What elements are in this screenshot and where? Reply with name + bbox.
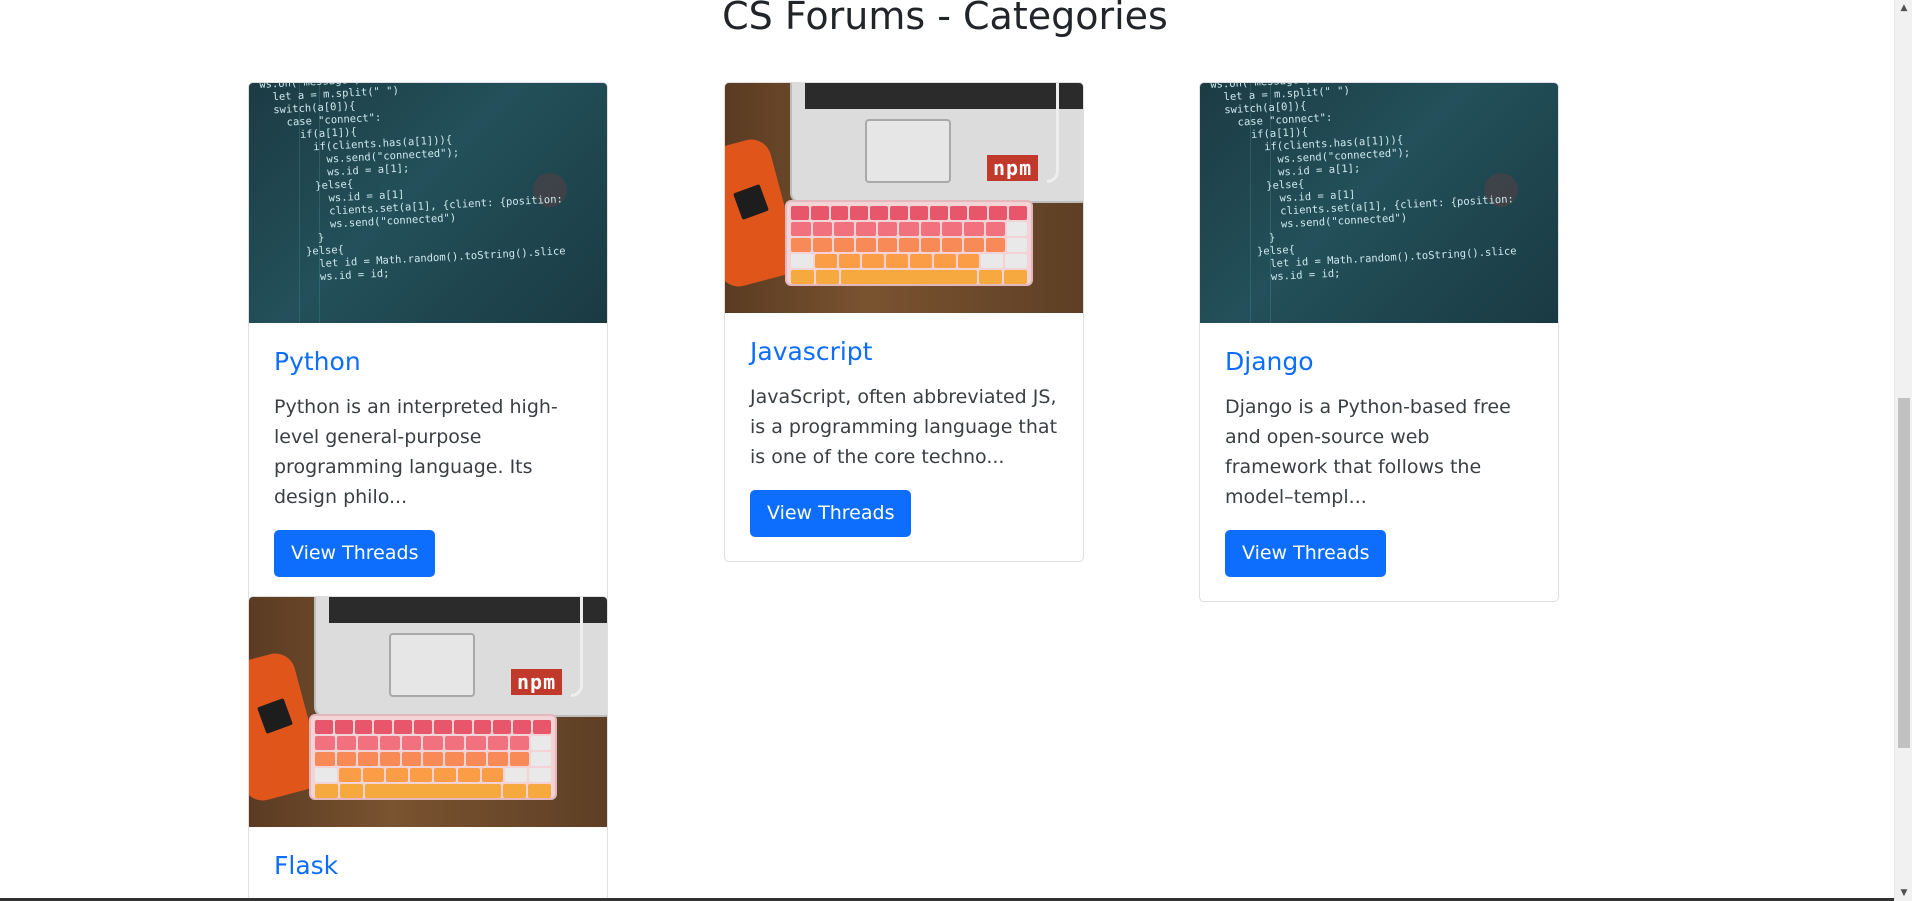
page-title: CS Forums - Categories — [722, 0, 1168, 38]
view-threads-button[interactable]: View Threads — [274, 530, 436, 577]
category-card-javascript: npm Javascript JavaScript, often abbrevi… — [724, 82, 1084, 562]
category-title-link[interactable]: Javascript — [750, 337, 1058, 366]
view-threads-button[interactable]: View Threads — [750, 490, 912, 537]
npm-logo: npm — [511, 669, 563, 695]
card-body: Django Django is a Python-based free and… — [1200, 323, 1558, 601]
card-body: Python Python is an interpreted high-lev… — [249, 323, 607, 601]
card-body: Javascript JavaScript, often abbreviated… — [725, 313, 1083, 561]
category-card-python: ws.on("message", m => { let a = m.split(… — [248, 82, 608, 602]
keyboard-laptop-image: npm — [249, 597, 607, 827]
category-description: JavaScript, often abbreviated JS, is a p… — [750, 386, 1058, 468]
code-screenshot-image: ws.on("message", m => { let a = m.split(… — [249, 83, 607, 323]
card-body: Flask — [249, 827, 607, 901]
scroll-up-arrow-icon[interactable]: ▲ — [1895, 0, 1912, 16]
keyboard-laptop-image: npm — [725, 83, 1083, 313]
category-description: Python is an interpreted high-level gene… — [274, 396, 558, 508]
category-description: Django is a Python-based free and open-s… — [1225, 396, 1511, 508]
scrollbar-thumb[interactable] — [1898, 398, 1910, 748]
npm-logo: npm — [987, 155, 1039, 181]
category-title-link[interactable]: Python — [274, 347, 582, 376]
code-snippet-text: ws.on("message", m => { let a = m.split(… — [1210, 83, 1517, 284]
view-threads-button[interactable]: View Threads — [1225, 530, 1387, 577]
category-title-link[interactable]: Flask — [274, 851, 582, 880]
code-snippet-text: ws.on("message", m => { let a = m.split(… — [259, 83, 566, 284]
code-screenshot-image: ws.on("message", m => { let a = m.split(… — [1200, 83, 1558, 323]
category-title-link[interactable]: Django — [1225, 347, 1533, 376]
scroll-down-arrow-icon[interactable]: ▼ — [1895, 885, 1912, 901]
vertical-scrollbar[interactable]: ▲ ▼ — [1894, 0, 1912, 901]
category-card-flask: npm Flask — [248, 596, 608, 901]
category-card-django: ws.on("message", m => { let a = m.split(… — [1199, 82, 1559, 602]
